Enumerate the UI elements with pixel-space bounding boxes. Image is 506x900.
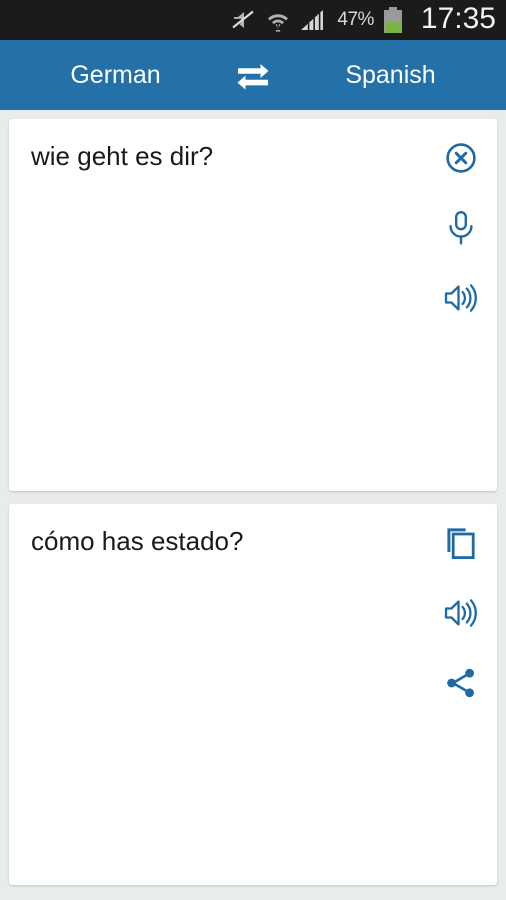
wifi-transfer-icon	[266, 8, 290, 33]
source-card-actions	[439, 136, 483, 320]
share-icon	[444, 667, 478, 699]
target-card-actions	[439, 521, 483, 705]
battery-icon	[383, 7, 402, 33]
source-text-card[interactable]: wie geht es dir?	[9, 119, 497, 491]
target-language-selector[interactable]: Spanish	[253, 61, 506, 90]
clear-circle-icon	[444, 141, 478, 175]
status-bar-icons: 47% 17:35	[231, 2, 496, 35]
copy-button[interactable]	[439, 521, 483, 565]
status-bar-clock: 17:35	[420, 2, 496, 35]
speak-target-button[interactable]	[439, 591, 483, 635]
speaker-icon	[443, 282, 479, 314]
clear-button[interactable]	[439, 136, 483, 180]
status-bar: 47% 17:35	[0, 0, 506, 40]
microphone-icon	[446, 210, 476, 246]
speak-source-button[interactable]	[439, 276, 483, 320]
share-button[interactable]	[439, 661, 483, 705]
source-language-selector[interactable]: German	[0, 61, 253, 90]
translation-content: wie geht es dir? cómo has estado?	[0, 119, 506, 900]
mute-icon	[231, 8, 257, 32]
battery-percent-label: 47%	[337, 9, 374, 30]
speaker-icon	[443, 597, 479, 629]
cellular-signal-icon	[299, 8, 326, 33]
voice-input-button[interactable]	[439, 206, 483, 250]
language-header: German Spanish	[0, 40, 506, 110]
copy-icon	[445, 526, 477, 560]
source-text[interactable]: wie geht es dir?	[31, 141, 427, 172]
target-text-card[interactable]: cómo has estado?	[9, 504, 497, 885]
target-text: cómo has estado?	[31, 526, 244, 556]
swap-languages-icon[interactable]	[230, 52, 276, 98]
